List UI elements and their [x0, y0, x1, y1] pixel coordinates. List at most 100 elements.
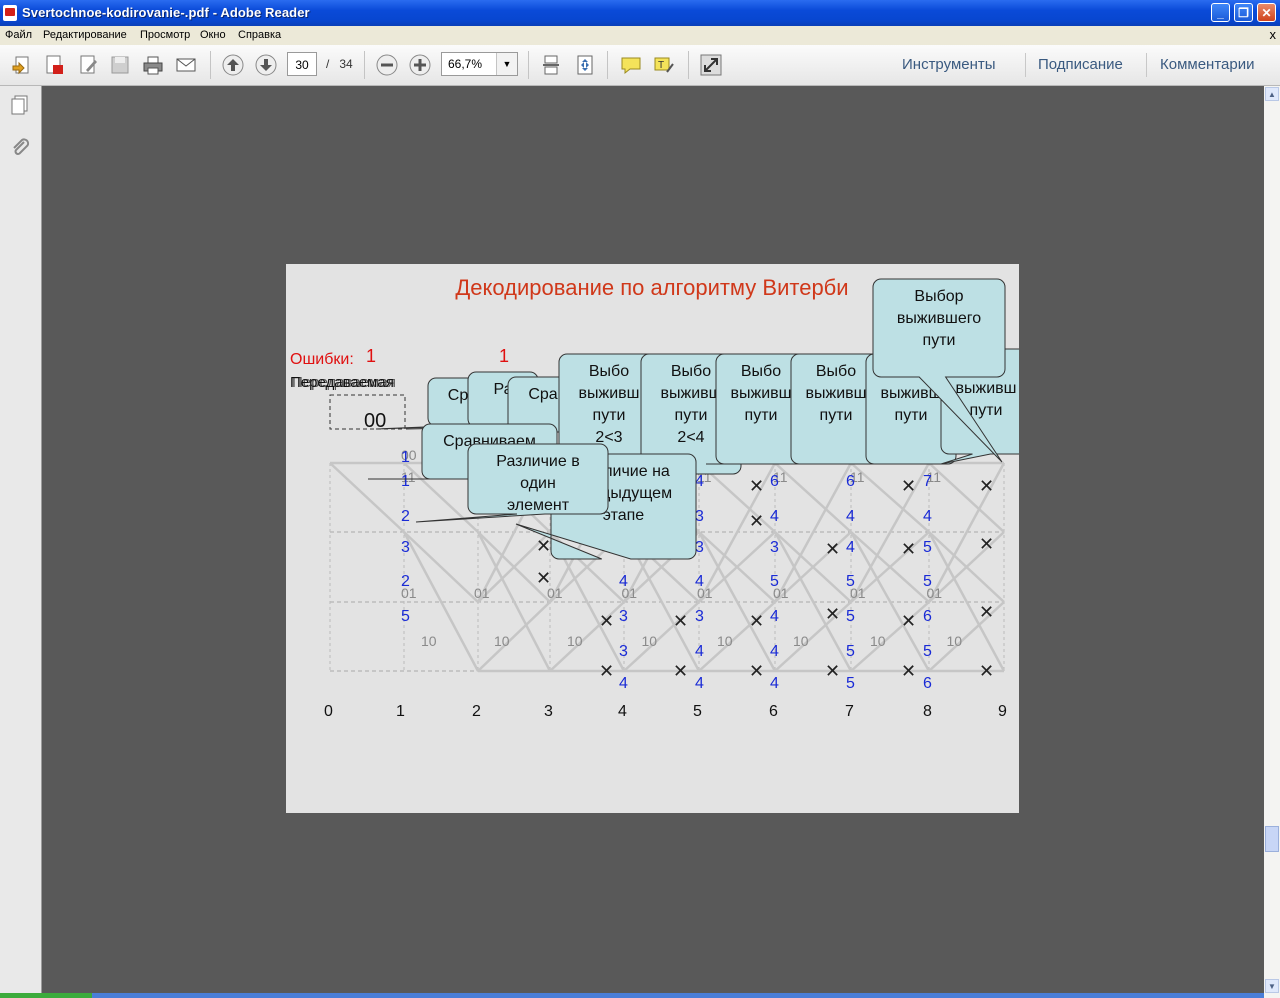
chevron-down-icon[interactable]: ▼ — [496, 53, 517, 75]
discarded-path-cross: ✕ — [536, 536, 551, 556]
path-metric-value: 5 — [923, 573, 932, 590]
callout-survivor-back-1-text: пути — [593, 407, 626, 424]
edge-label-10: 10 — [870, 633, 886, 649]
error-value-1: 1 — [366, 346, 376, 366]
stage-label: 8 — [923, 703, 932, 720]
path-metric-value: 1 — [401, 473, 410, 490]
comment-icon[interactable] — [619, 53, 643, 77]
callout-difference-previous-text: этапе — [603, 507, 645, 524]
sign-link[interactable]: Подписание — [1038, 56, 1123, 73]
fit-page-icon[interactable] — [573, 53, 597, 77]
path-metric-value: 4 — [695, 675, 704, 692]
callout-survivor-back-6-text: выживш — [956, 380, 1017, 397]
discarded-path-cross: ✕ — [825, 661, 840, 681]
full-screen-icon[interactable] — [699, 53, 723, 77]
callout-survivor-path-text: Выбор — [914, 288, 963, 305]
edit-document-icon[interactable] — [76, 53, 100, 77]
discarded-path-cross: ✕ — [673, 661, 688, 681]
discarded-path-cross: ✕ — [599, 611, 614, 631]
navigation-panel — [0, 86, 42, 998]
page-number-input[interactable]: 30 — [287, 52, 317, 76]
scroll-down-arrow[interactable]: ▼ — [1265, 979, 1279, 993]
trellis-edge — [850, 601, 930, 672]
discarded-path-cross: ✕ — [599, 661, 614, 681]
zoom-out-icon[interactable] — [375, 53, 399, 77]
menu-file[interactable]: Файл — [5, 29, 32, 41]
path-metric-value: 4 — [619, 573, 628, 590]
callout-survivor-back-2-text: 2<4 — [677, 429, 704, 446]
highlight-text-icon[interactable]: T — [652, 53, 676, 77]
scroll-up-arrow[interactable]: ▲ — [1265, 87, 1279, 101]
create-pdf-icon[interactable] — [10, 53, 34, 77]
path-metric-value: 5 — [923, 539, 932, 556]
menu-window[interactable]: Окно — [200, 29, 226, 41]
minimize-button[interactable]: _ — [1211, 3, 1230, 22]
path-metric-value: 4 — [770, 508, 779, 525]
callout-compare-back-2-text: Сра — [528, 386, 557, 403]
edge-label-10: 10 — [494, 633, 510, 649]
print-icon[interactable] — [141, 53, 165, 77]
save-icon[interactable] — [108, 53, 132, 77]
close-document-icon[interactable]: x — [1270, 27, 1277, 42]
discarded-path-cross: ✕ — [901, 661, 916, 681]
path-metric-value: 3 — [619, 608, 628, 625]
callout-survivor-back-3-text: Выбо — [741, 363, 781, 380]
attachments-icon[interactable] — [9, 136, 31, 158]
close-button[interactable]: ✕ — [1257, 3, 1276, 22]
discarded-path-cross: ✕ — [901, 611, 916, 631]
discarded-path-cross: ✕ — [749, 661, 764, 681]
callout-difference-one-element-text: Различие в — [496, 453, 579, 470]
callout-survivor-back-1-text: выживш — [579, 385, 640, 402]
callout-survivor-back-4-text: пути — [820, 407, 853, 424]
svg-text:T: T — [658, 60, 664, 71]
callout-survivor-path-text: пути — [923, 332, 956, 349]
comments-link[interactable]: Комментарии — [1160, 56, 1254, 73]
zoom-select[interactable]: 66,7% ▼ — [441, 52, 518, 76]
email-icon[interactable] — [174, 53, 198, 77]
callout-survivor-back-4-text: выживш — [806, 385, 867, 402]
path-metric-value: 5 — [846, 643, 855, 660]
page-total: / 34 — [326, 57, 353, 71]
pdf-page: Декодирование по алгоритму Витерби Ошибк… — [286, 264, 1019, 813]
menu-edit[interactable]: Редактирование — [43, 29, 127, 41]
menu-help[interactable]: Справка — [238, 29, 281, 41]
tools-link[interactable]: Инструменты — [902, 56, 996, 73]
edge-label-10: 10 — [642, 633, 658, 649]
pdf-file-icon — [3, 5, 17, 21]
page-thumbnails-icon[interactable] — [9, 94, 31, 116]
path-metric-value: 4 — [770, 675, 779, 692]
callout-compare-back-text: Ср — [448, 387, 469, 404]
previous-page-icon[interactable] — [221, 53, 245, 77]
callout-survivor-back-2-text: Выбо — [671, 363, 711, 380]
scroll-thumb[interactable] — [1265, 826, 1279, 852]
zoom-in-icon[interactable] — [408, 53, 432, 77]
discarded-path-cross: ✕ — [825, 604, 840, 624]
path-metric-value: 5 — [846, 608, 855, 625]
edge-label-01: 01 — [474, 585, 490, 601]
path-metric-value: 4 — [770, 643, 779, 660]
discarded-path-cross: ✕ — [901, 476, 916, 496]
scroll-mode-icon[interactable] — [539, 53, 563, 77]
path-metric-value: 7 — [923, 473, 932, 490]
path-metric-value: 4 — [923, 508, 932, 525]
trellis-edge — [477, 601, 551, 672]
callout-difference-one-element-text: элемент — [507, 497, 570, 514]
discarded-path-cross: ✕ — [825, 539, 840, 559]
path-metric-value: 6 — [846, 473, 855, 490]
discarded-path-cross: ✕ — [536, 568, 551, 588]
vertical-scrollbar[interactable]: ▲ ▼ — [1264, 86, 1280, 998]
path-metric-value: 4 — [695, 643, 704, 660]
bottom-edge — [0, 993, 1264, 998]
discarded-path-cross: ✕ — [749, 511, 764, 531]
maximize-button[interactable]: ❐ — [1234, 3, 1253, 22]
errors-label: Ошибки: — [290, 351, 354, 368]
next-page-icon[interactable] — [254, 53, 278, 77]
callout-survivor-back-6-text: пути — [970, 402, 1003, 419]
stage-label: 9 — [998, 703, 1007, 720]
create-pdf-from-file-icon[interactable] — [42, 53, 66, 77]
path-metric-value: 2 — [401, 508, 410, 525]
discarded-path-cross: ✕ — [673, 611, 688, 631]
path-metric-value: 6 — [770, 473, 779, 490]
menu-view[interactable]: Просмотр — [140, 29, 190, 41]
path-metric-value: 2 — [401, 573, 410, 590]
